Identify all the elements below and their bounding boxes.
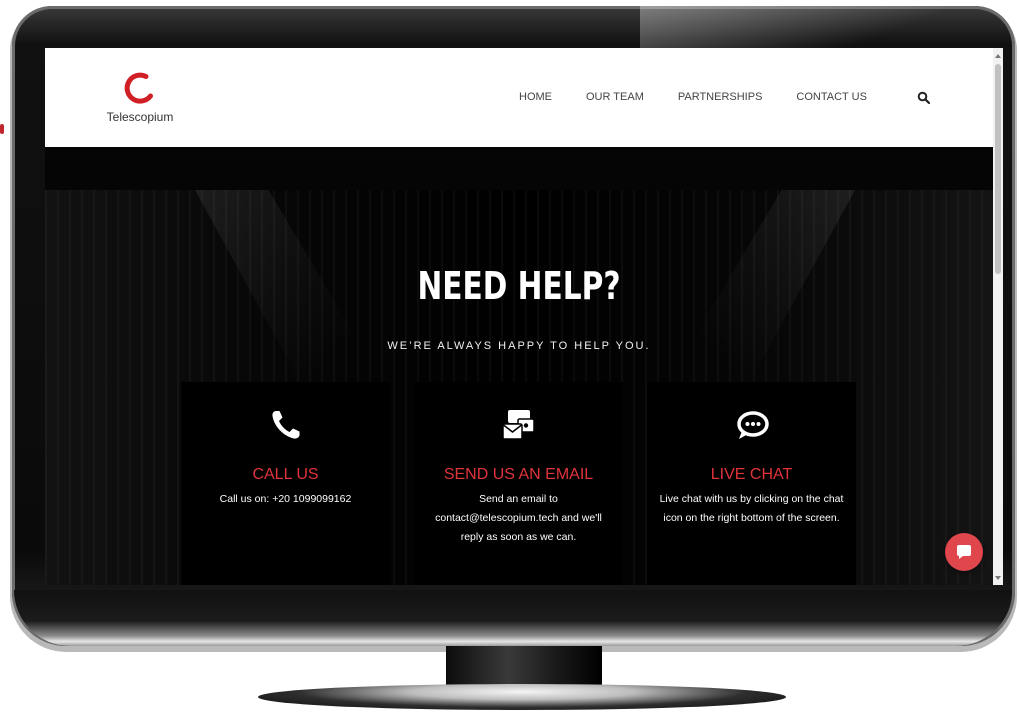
card-title: SEND US AN EMAIL (443, 466, 594, 483)
nav-contact-us[interactable]: CONTACT US (796, 91, 867, 107)
monitor-bottom-rim (14, 590, 1012, 646)
main-nav: HOME OUR TEAM PARTNERSHIPS CONTACT US (519, 91, 867, 107)
decorative-dot (0, 124, 4, 134)
phone-icon (272, 411, 300, 439)
hero-title: NEED HELP? (417, 264, 621, 308)
chat-bubble-icon (737, 411, 769, 439)
nav-partnerships[interactable]: PARTNERSHIPS (678, 91, 763, 107)
dark-band (45, 147, 993, 190)
card-call-us: CALL US Call us on: +20 1099099162 (181, 382, 390, 585)
card-text: Send an email to contact@telescopium.tec… (435, 493, 602, 543)
logo-text: Telescopium (106, 110, 174, 124)
card-send-email: SEND US AN EMAIL Send an email to contac… (414, 382, 623, 585)
card-title: CALL US (252, 466, 319, 483)
hero-subtitle: WE’RE ALWAYS HAPPY TO HELP YOU. (387, 340, 651, 352)
scroll-thumb[interactable] (995, 64, 1001, 274)
card-text: Live chat with us by clicking on the cha… (659, 493, 844, 524)
nav-home[interactable]: HOME (519, 91, 552, 107)
chat-icon (957, 545, 971, 559)
web-page: Telescopium HOME OUR TEAM PARTNERSHIPS C… (45, 48, 993, 585)
scroll-down-arrow-icon[interactable] (995, 576, 1001, 580)
search-icon[interactable] (917, 91, 931, 105)
scroll-up-arrow-icon[interactable] (995, 54, 1001, 58)
monitor-base (258, 684, 786, 710)
nav-our-team[interactable]: OUR TEAM (586, 91, 644, 107)
site-header: Telescopium HOME OUR TEAM PARTNERSHIPS C… (45, 48, 993, 147)
screen: Telescopium HOME OUR TEAM PARTNERSHIPS C… (45, 48, 1003, 585)
chat-widget-button[interactable] (945, 533, 983, 571)
card-live-chat: LIVE CHAT Live chat with us by clicking … (647, 382, 856, 585)
page-scrollbar[interactable] (993, 48, 1003, 585)
logo-ring-icon (124, 72, 153, 104)
card-title: LIVE CHAT (710, 466, 793, 483)
logo[interactable]: Telescopium (105, 72, 175, 124)
card-text: Call us on: +20 1099099162 (219, 493, 352, 505)
email-icon (502, 410, 535, 440)
